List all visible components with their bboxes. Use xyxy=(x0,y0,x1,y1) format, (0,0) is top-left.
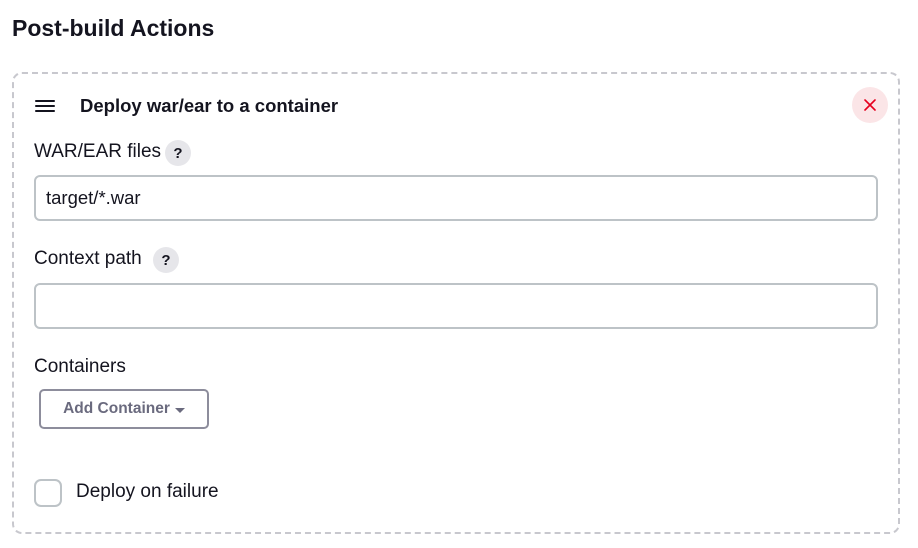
post-build-actions-page: Post-build Actions Deploy war/ear to a c… xyxy=(0,0,918,548)
deploy-on-failure-label[interactable]: Deploy on failure xyxy=(76,481,219,503)
context-path-help-button[interactable]: ? xyxy=(153,247,179,273)
delete-button[interactable] xyxy=(852,87,888,123)
section-title: Post-build Actions xyxy=(12,15,215,41)
context-path-label: Context path xyxy=(34,248,142,269)
war-files-label: WAR/EAR files xyxy=(34,141,162,162)
add-container-button-label: Add Container xyxy=(63,400,170,417)
chevron-down-icon xyxy=(174,407,185,413)
context-path-input[interactable] xyxy=(34,283,878,329)
card-title: Deploy war/ear to a container xyxy=(80,95,339,116)
deploy-action-card: Deploy war/ear to a container WAR/EAR fi… xyxy=(12,72,900,534)
war-files-help-button[interactable]: ? xyxy=(165,140,191,166)
deploy-on-failure-checkbox[interactable] xyxy=(34,479,62,507)
containers-label: Containers xyxy=(34,356,126,377)
add-container-button[interactable]: Add Container xyxy=(39,389,209,429)
war-files-input[interactable] xyxy=(34,175,878,221)
drag-handle-icon[interactable] xyxy=(35,99,55,113)
close-icon xyxy=(864,99,876,111)
